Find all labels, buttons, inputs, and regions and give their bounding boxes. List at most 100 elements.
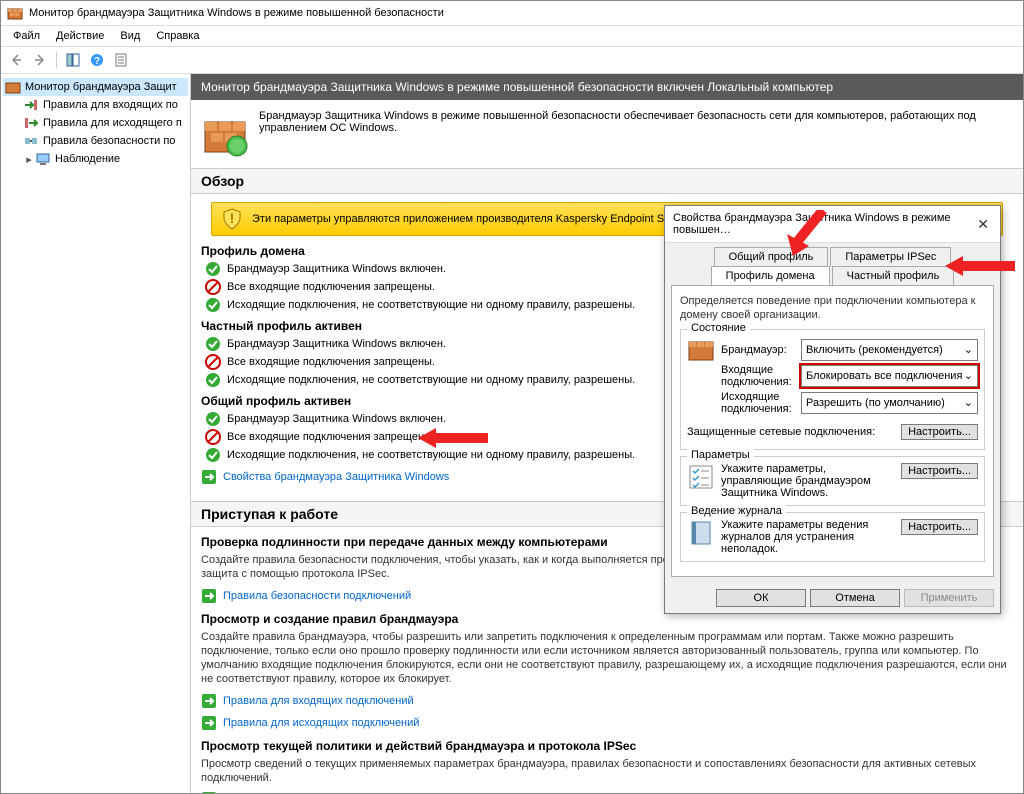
check-icon [205, 447, 221, 463]
label-firewall: Брандмауэр: [721, 344, 801, 356]
menu-action[interactable]: Действие [48, 28, 112, 44]
tab-private[interactable]: Частный профиль [832, 266, 955, 285]
tab-ipsec[interactable]: Параметры IPSec [830, 247, 951, 266]
notebook-icon [687, 519, 715, 547]
intro-row: Брандмауэр Защитника Windows в режиме по… [191, 100, 1023, 168]
firewall-app-icon [7, 5, 23, 21]
dialog-title: Свойства брандмауэра Защитника Windows в… [673, 212, 974, 236]
dialog-titlebar: Свойства брандмауэра Защитника Windows в… [665, 206, 1000, 243]
configure-settings-button[interactable]: Настроить... [901, 463, 978, 479]
sec2-desc: Создайте правила брандмауэра, чтобы разр… [201, 630, 1013, 687]
sec3-title: Просмотр текущей политики и действий бра… [201, 739, 1013, 753]
tree-connsec[interactable]: Правила безопасности по [21, 132, 188, 150]
tree-outbound-label: Правила для исходящего п [43, 117, 182, 129]
connsec-icon [23, 133, 39, 149]
chevron-down-icon: ⌄ [964, 396, 973, 409]
tree-inbound-label: Правила для входящих по [43, 99, 178, 111]
chevron-down-icon: ⌄ [964, 369, 973, 382]
checklist-icon [687, 463, 715, 491]
tree-root[interactable]: Монитор брандмауэра Защит [3, 78, 188, 96]
sec3-link-row: Наблюдение [201, 791, 1013, 793]
link-arrow-icon [201, 715, 217, 731]
check-icon [205, 297, 221, 313]
dialog-tabs: Общий профиль Параметры IPSec Профиль до… [665, 243, 1000, 285]
select-inbound[interactable]: Блокировать все подключения⌄ [801, 365, 978, 387]
nav-tree[interactable]: Монитор брандмауэра Защит Правила для вх… [1, 74, 191, 793]
tree-monitoring[interactable]: ▸ Наблюдение [21, 150, 188, 168]
link-arrow-icon [201, 588, 217, 604]
shield-warning-icon: ! [220, 207, 244, 231]
label-outbound: Исходящие подключения: [721, 391, 801, 415]
sec2-link1-row: Правила для входящих подключений [201, 693, 1013, 709]
chevron-down-icon: ⌄ [964, 343, 973, 356]
select-outbound[interactable]: Разрешить (по умолчанию)⌄ [801, 392, 978, 414]
tree-inbound[interactable]: Правила для входящих по [21, 96, 188, 114]
firewall-root-icon [5, 79, 21, 95]
show-hide-tree-button[interactable] [62, 49, 84, 71]
dialog-close-button[interactable]: ✕ [974, 216, 992, 233]
window-title: Монитор брандмауэра Защитника Windows в … [29, 7, 444, 19]
intro-text: Брандмауэр Защитника Windows в режиме по… [259, 110, 1013, 134]
menu-view[interactable]: Вид [112, 28, 148, 44]
ok-button[interactable]: ОК [716, 589, 806, 607]
firewall-small-icon [687, 336, 715, 364]
group-state-title: Состояние [687, 322, 750, 334]
back-button[interactable] [5, 49, 27, 71]
expand-icon[interactable]: ▸ [23, 153, 35, 166]
menubar: Файл Действие Вид Справка [1, 26, 1023, 47]
sec1-link[interactable]: Правила безопасности подключений [223, 590, 411, 602]
tree-root-label: Монитор брандмауэра Защит [25, 81, 177, 93]
group-state: Состояние Брандмауэр: Включить (рекоменд… [680, 329, 985, 450]
block-icon [205, 279, 221, 295]
configure-protected-button[interactable]: Настроить... [901, 424, 978, 440]
settings-desc: Укажите параметры, управляющие брандмауэ… [721, 463, 895, 499]
check-icon [205, 372, 221, 388]
group-settings-title: Параметры [687, 449, 754, 461]
forward-button[interactable] [29, 49, 51, 71]
group-logging: Ведение журнала Укажите параметры ведени… [680, 512, 985, 562]
sec2-link2[interactable]: Правила для исходящих подключений [223, 717, 419, 729]
check-icon [205, 261, 221, 277]
block-icon [205, 429, 221, 445]
toolbar-separator [56, 52, 57, 68]
properties-dialog: Свойства брандмауэра Защитника Windows в… [664, 205, 1001, 614]
sec2-link2-row: Правила для исходящих подключений [201, 715, 1013, 731]
configure-log-button[interactable]: Настроить... [901, 519, 978, 535]
tree-outbound[interactable]: Правила для исходящего п [21, 114, 188, 132]
svg-text:?: ? [94, 56, 100, 67]
tab-domain[interactable]: Профиль домена [711, 266, 830, 285]
menu-file[interactable]: Файл [5, 28, 48, 44]
firewall-large-icon [201, 110, 249, 158]
tree-monitoring-label: Наблюдение [55, 153, 120, 165]
link-arrow-icon [201, 791, 217, 793]
tree-connsec-label: Правила безопасности по [43, 135, 175, 147]
monitoring-icon [35, 151, 51, 167]
help-button[interactable]: ? [86, 49, 108, 71]
check-icon [205, 411, 221, 427]
cancel-button[interactable]: Отмена [810, 589, 900, 607]
check-icon [205, 336, 221, 352]
label-protected: Защищенные сетевые подключения: [687, 426, 901, 438]
inbound-icon [23, 97, 39, 113]
menu-help[interactable]: Справка [148, 28, 207, 44]
sec3-desc: Просмотр сведений о текущих применяемых … [201, 757, 1013, 786]
block-icon [205, 354, 221, 370]
dialog-panel: Определяется поведение при подключении к… [671, 285, 994, 577]
group-log-title: Ведение журнала [687, 505, 786, 517]
tab-public[interactable]: Общий профиль [714, 247, 829, 266]
dialog-buttons: ОК Отмена Применить [665, 583, 1000, 613]
titlebar: Монитор брандмауэра Защитника Windows в … [1, 1, 1023, 26]
dialog-desc: Определяется поведение при подключении к… [680, 294, 985, 323]
log-desc: Укажите параметры ведения журналов для у… [721, 519, 895, 555]
select-firewall[interactable]: Включить (рекомендуется)⌄ [801, 339, 978, 361]
label-inbound: Входящие подключения: [721, 364, 801, 388]
group-settings: Параметры Укажите параметры, управляющие… [680, 456, 985, 506]
firewall-props-link[interactable]: Свойства брандмауэра Защитника Windows [223, 471, 449, 483]
properties-icon [201, 469, 217, 485]
sec2-title: Просмотр и создание правил брандмауэра [201, 612, 1013, 626]
properties-button[interactable] [110, 49, 132, 71]
outbound-icon [23, 115, 39, 131]
toolbar: ? [1, 47, 1023, 74]
sec2-link1[interactable]: Правила для входящих подключений [223, 695, 414, 707]
content-header: Монитор брандмауэра Защитника Windows в … [191, 74, 1023, 100]
